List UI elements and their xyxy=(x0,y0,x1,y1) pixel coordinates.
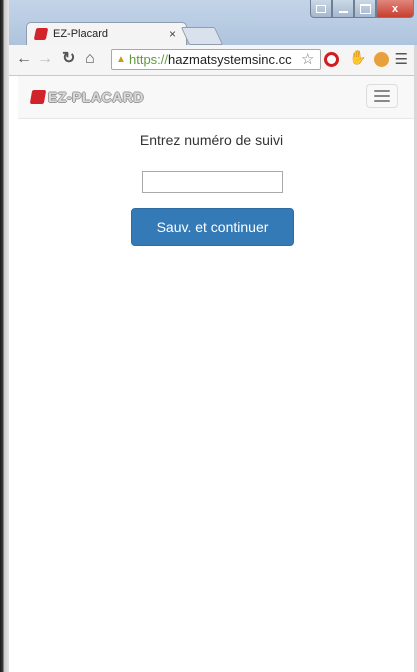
window-minimize-button[interactable] xyxy=(332,0,354,18)
tracking-number-input[interactable] xyxy=(142,171,283,193)
ez-placard-logo-icon[interactable] xyxy=(29,90,47,104)
back-arrow-icon[interactable]: ← xyxy=(16,50,32,68)
hamburger-icon-bar xyxy=(374,95,390,97)
minimize-icon xyxy=(338,10,348,13)
forward-arrow-icon[interactable]: → xyxy=(37,50,53,68)
new-tab-button[interactable] xyxy=(180,27,224,45)
browser-tab[interactable]: EZ-Placard × xyxy=(26,22,187,45)
url-host: hazmatsystemsinc.cc xyxy=(168,52,292,67)
nav-toggle-button[interactable] xyxy=(366,84,398,108)
site-navbar: EZ-PLACARD xyxy=(18,76,414,119)
hamburger-icon-bar xyxy=(374,100,390,102)
window-maximize-button[interactable] xyxy=(354,0,376,18)
window-close-button[interactable]: x xyxy=(376,0,414,18)
window-restore-button[interactable] xyxy=(310,0,332,18)
tab-title: EZ-Placard xyxy=(53,28,109,40)
ez-placard-favicon-icon xyxy=(33,28,49,40)
window-frame-left xyxy=(0,0,9,672)
window-controls: x xyxy=(310,0,414,20)
save-and-continue-button[interactable]: Sauv. et continuer xyxy=(131,208,294,246)
address-bar[interactable]: ▲ https://hazmatsystemsinc.cc xyxy=(111,49,321,70)
page-viewport: EZ-PLACARD Entrez numéro de suivi Sauv. … xyxy=(9,76,414,672)
tracking-prompt: Entrez numéro de suivi xyxy=(139,132,284,148)
url-text: https://hazmatsystemsinc.cc xyxy=(129,52,292,67)
hand-extension-icon[interactable]: ✋ xyxy=(349,49,366,66)
url-scheme: https:// xyxy=(129,52,169,67)
browser-toolbar: ← → ↻ ⌂ ▲ https://hazmatsystemsinc.cc ☆ … xyxy=(9,45,414,76)
browser-titlebar: EZ-Placard × x xyxy=(9,0,417,45)
hamburger-icon xyxy=(374,90,390,92)
site-brand[interactable]: EZ-PLACARD xyxy=(48,89,144,105)
restore-icon xyxy=(316,4,326,13)
opera-extension-icon[interactable] xyxy=(324,52,339,67)
tab-close-icon[interactable]: × xyxy=(169,27,176,41)
maximize-icon xyxy=(359,3,371,14)
browser-menu-icon[interactable]: ☰ xyxy=(395,50,408,68)
home-icon[interactable]: ⌂ xyxy=(85,50,95,68)
bookmark-star-icon[interactable]: ☆ xyxy=(301,50,314,68)
cookie-extension-icon[interactable] xyxy=(374,52,389,67)
reload-icon[interactable]: ↻ xyxy=(62,50,75,68)
lock-icon: ▲ xyxy=(116,54,126,65)
